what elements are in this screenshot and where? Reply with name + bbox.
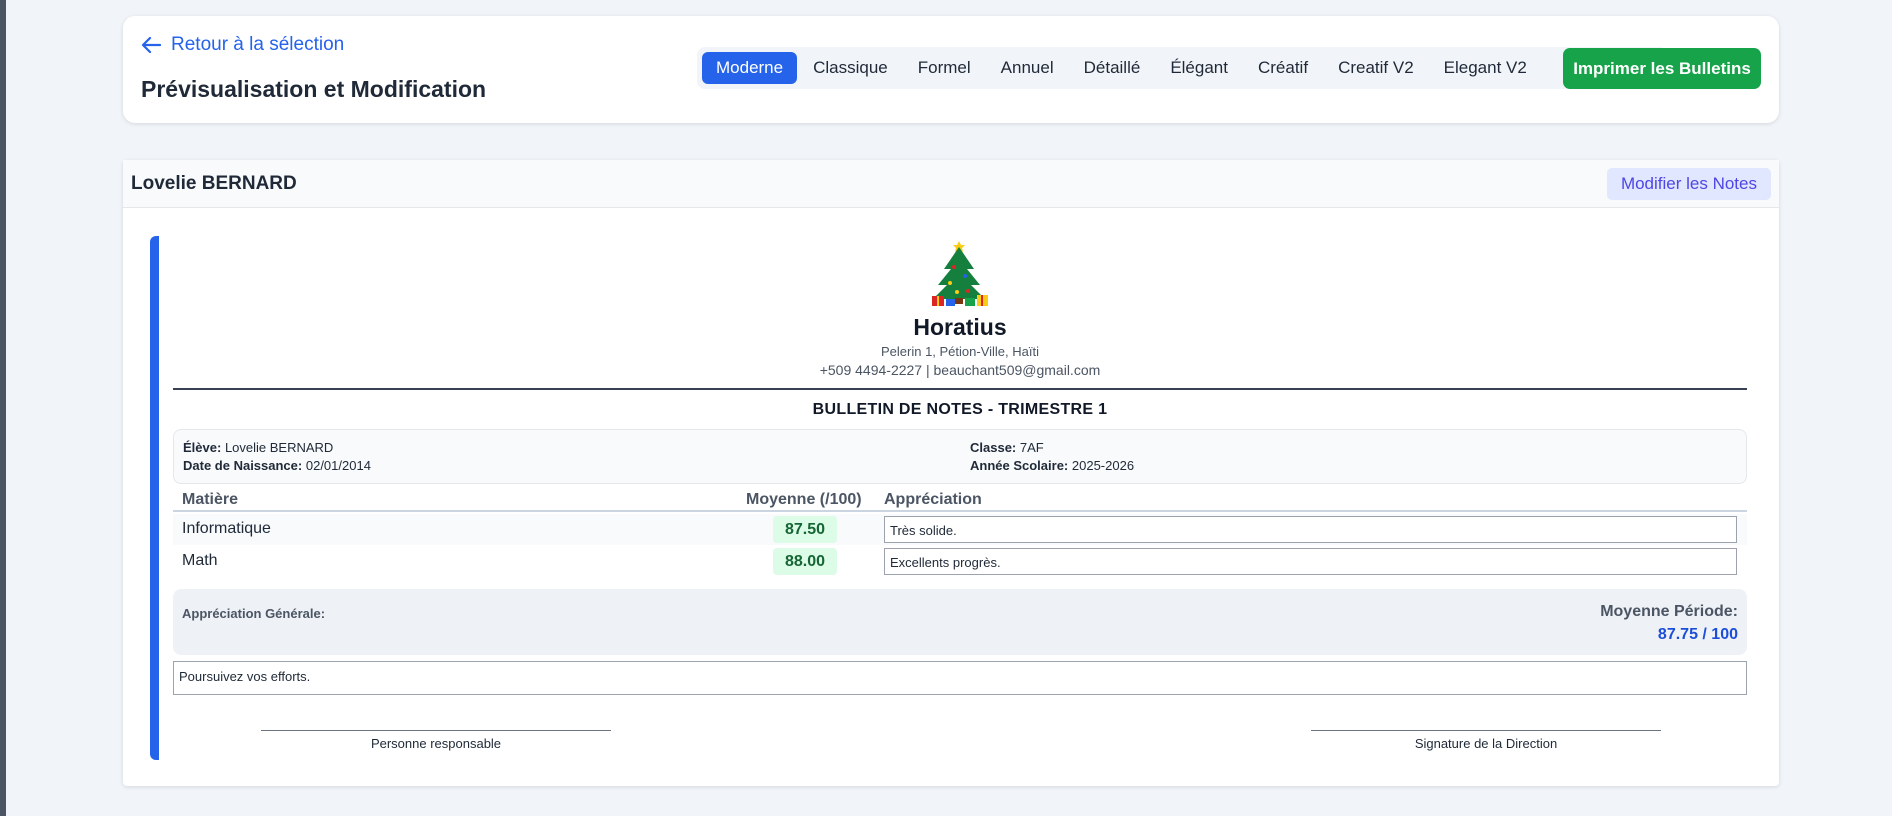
signature-direction: Signature de la Direction (1311, 730, 1661, 751)
score-badge: 88.00 (773, 548, 837, 575)
info-school-year: Année Scolaire: 2025-2026 (970, 458, 1135, 473)
column-average: Moyenne (/100) (746, 491, 862, 508)
header-divider (173, 388, 1747, 390)
period-average-label: Moyenne Période: (1600, 603, 1738, 620)
column-subject: Matière (182, 491, 239, 508)
template-tabs: Moderne Classique Formel Annuel Détaillé… (697, 47, 1668, 89)
summary-box: Appréciation Générale: Moyenne Période: … (173, 589, 1747, 655)
tab-annuel[interactable]: Annuel (987, 52, 1068, 84)
student-name: Lovelie BERNARD (131, 172, 297, 194)
table-row: Math 88.00 Excellents progrès. (173, 546, 1747, 577)
bulletin-title: BULLETIN DE NOTES - TRIMESTRE 1 (812, 401, 1108, 418)
back-link-label: Retour à la sélection (171, 34, 345, 55)
student-card: Lovelie BERNARD Modifier les Notes Horat… (123, 160, 1779, 786)
tab-creatif[interactable]: Créatif (1244, 52, 1322, 84)
tab-formel[interactable]: Formel (904, 52, 985, 84)
window-edge (0, 0, 6, 816)
score-badge: 87.50 (773, 516, 837, 543)
back-link[interactable]: Retour à la sélection (141, 34, 344, 56)
school-contact: +509 4494-2227 | beauchant509@gmail.com (819, 362, 1101, 378)
school-address: Pelerin 1, Pétion-Ville, Haïti (880, 344, 1039, 359)
info-dob: Date de Naissance: 02/01/2014 (183, 458, 371, 473)
info-student: Élève: Lovelie BERNARD (183, 440, 334, 455)
school-name: Horatius (913, 314, 1007, 340)
print-bulletins-button[interactable]: Imprimer les Bulletins (1563, 48, 1761, 89)
tab-elegant-v2[interactable]: Elegant V2 (1430, 52, 1541, 84)
subject-name: Informatique (182, 520, 271, 537)
header-card: Retour à la sélection Prévisualisation e… (123, 16, 1779, 123)
tab-creatif-v2[interactable]: Creatif V2 (1324, 52, 1428, 84)
christmas-tree-icon (932, 241, 988, 306)
tab-detaille[interactable]: Détaillé (1070, 52, 1155, 84)
general-appreciation-label: Appréciation Générale: (182, 606, 326, 621)
student-card-header: Lovelie BERNARD Modifier les Notes (123, 160, 1779, 208)
general-appreciation-field[interactable]: Poursuivez vos efforts. (173, 661, 1747, 695)
table-row: Informatique 87.50 Très solide. (173, 514, 1747, 545)
appreciation-field[interactable]: Excellents progrès. (884, 548, 1737, 575)
subject-name: Math (182, 552, 218, 569)
signature-responsible: Personne responsable (261, 730, 611, 751)
report-card: Horatius Pelerin 1, Pétion-Ville, Haïti … (150, 236, 1747, 760)
period-average-value: 87.75 / 100 (1657, 626, 1738, 643)
student-info-box: Élève: Lovelie BERNARD Date de Naissance… (173, 429, 1747, 484)
arrow-left-icon (141, 36, 161, 54)
appreciation-field[interactable]: Très solide. (884, 516, 1737, 543)
tab-elegant[interactable]: Élégant (1156, 52, 1242, 84)
column-appreciation: Appréciation (884, 491, 982, 508)
edit-grades-button[interactable]: Modifier les Notes (1606, 167, 1771, 200)
info-class: Classe: 7AF (970, 440, 1044, 455)
grades-table-header: Matière Moyenne (/100) Appréciation (173, 488, 1747, 512)
page-title: Prévisualisation et Modification (141, 76, 487, 102)
tab-moderne[interactable]: Moderne (702, 52, 798, 84)
tab-classique[interactable]: Classique (799, 52, 902, 84)
